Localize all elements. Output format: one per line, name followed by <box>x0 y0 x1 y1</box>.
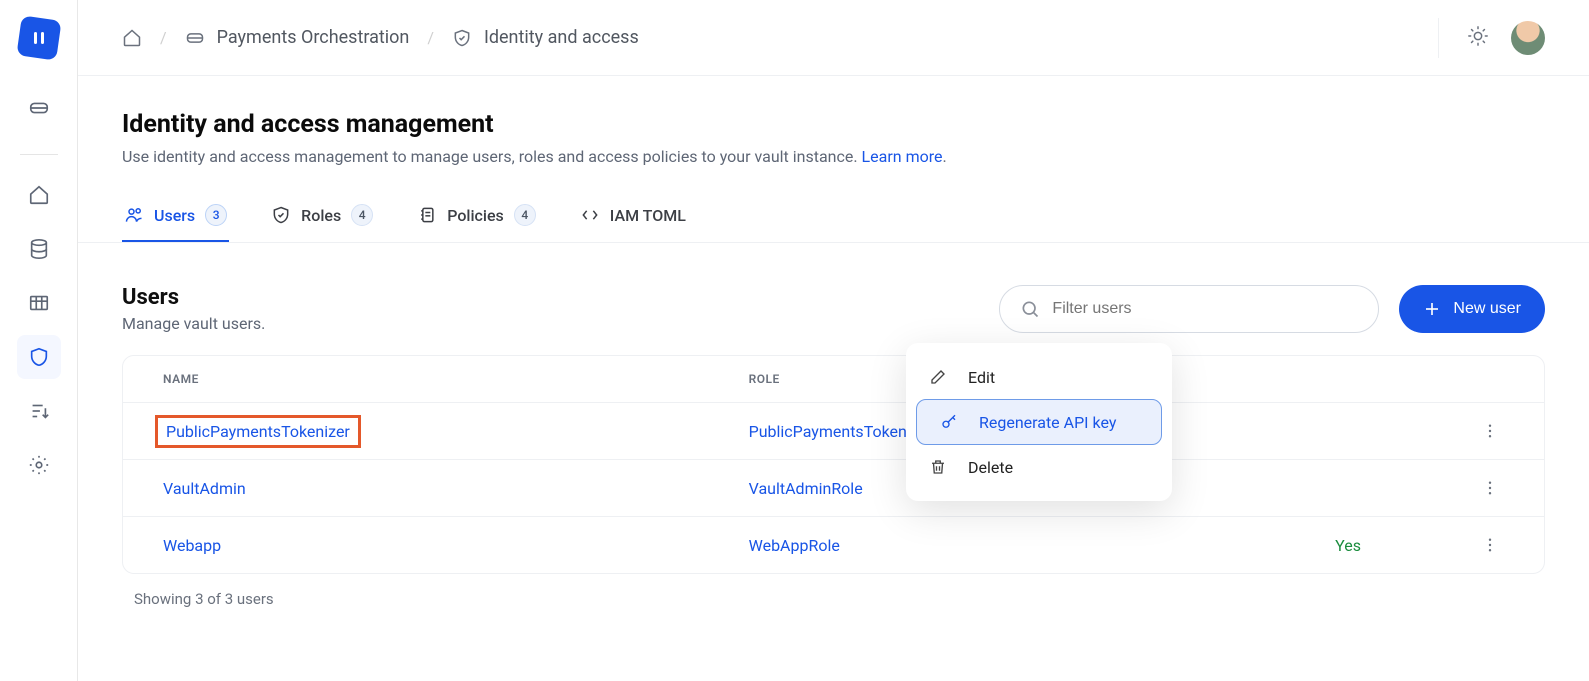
button-label: New user <box>1453 300 1521 318</box>
user-name-link[interactable]: VaultAdmin <box>163 479 246 498</box>
tab-count-badge: 4 <box>351 204 373 226</box>
context-menu: Edit Regenerate API key Delete <box>906 343 1172 501</box>
sidebar-table-icon[interactable] <box>17 281 61 325</box>
breadcrumb-home[interactable] <box>122 28 142 48</box>
role-link[interactable]: VaultAdminRole <box>749 479 863 498</box>
context-item-label: Edit <box>968 368 995 387</box>
tab-users[interactable]: Users 3 <box>122 194 229 242</box>
sidebar-storage-icon[interactable] <box>17 86 61 130</box>
sidebar-shield-icon[interactable] <box>17 335 61 379</box>
filter-users-input[interactable] <box>999 285 1379 333</box>
breadcrumb-separator: / <box>427 28 434 47</box>
tab-policies[interactable]: Policies 4 <box>415 194 538 242</box>
page-description: Use identity and access management to ma… <box>122 147 1545 166</box>
pencil-icon <box>928 367 948 387</box>
search-icon <box>1020 299 1040 319</box>
trash-icon <box>928 457 948 477</box>
sidebar-home-icon[interactable] <box>17 173 61 217</box>
highlighted-user-name: PublicPaymentsTokenizer <box>155 415 361 448</box>
app-logo[interactable] <box>16 15 61 60</box>
tab-roles[interactable]: Roles 4 <box>269 194 375 242</box>
table-row: VaultAdmin VaultAdminRole <box>123 460 1544 517</box>
column-header-name: NAME <box>123 356 709 403</box>
learn-more-link[interactable]: Learn more <box>862 147 943 166</box>
context-item-label: Regenerate API key <box>979 413 1116 432</box>
avatar[interactable] <box>1511 21 1545 55</box>
tab-count-badge: 4 <box>514 204 536 226</box>
user-name-link[interactable]: PublicPaymentsTokenizer <box>166 422 350 441</box>
breadcrumb-separator: / <box>160 28 167 47</box>
breadcrumb-orchestration[interactable]: Payments Orchestration <box>185 27 410 48</box>
breadcrumb: / Payments Orchestration / Identity and … <box>122 27 1438 48</box>
role-link[interactable]: WebAppRole <box>749 536 840 555</box>
context-menu-delete[interactable]: Delete <box>906 445 1172 489</box>
row-menu-button[interactable] <box>1476 417 1504 445</box>
sidebar-database-icon[interactable] <box>17 227 61 271</box>
row-menu-button[interactable] <box>1476 474 1504 502</box>
plus-icon <box>1423 300 1441 318</box>
page-title: Identity and access management <box>122 110 1545 139</box>
context-menu-regenerate-key[interactable]: Regenerate API key <box>916 399 1162 445</box>
more-vertical-icon <box>1481 422 1499 440</box>
tab-label: Policies <box>447 206 504 225</box>
breadcrumb-label: Payments Orchestration <box>217 27 410 48</box>
key-icon <box>939 412 959 432</box>
section-title: Users <box>122 285 265 310</box>
table-footer-text: Showing 3 of 3 users <box>122 590 1545 608</box>
table-row: Webapp WebAppRole Yes <box>123 517 1544 574</box>
tab-label: Roles <box>301 206 341 225</box>
status-indicator: Yes <box>1335 536 1361 555</box>
section-subtitle: Manage vault users. <box>122 314 265 333</box>
table-row: PublicPaymentsTokenizer PublicPaymentsTo… <box>123 403 1544 460</box>
more-vertical-icon <box>1481 536 1499 554</box>
breadcrumb-identity[interactable]: Identity and access <box>452 27 639 48</box>
new-user-button[interactable]: New user <box>1399 285 1545 333</box>
tab-label: IAM TOML <box>610 206 686 225</box>
tab-iam-toml[interactable]: IAM TOML <box>578 194 688 242</box>
more-vertical-icon <box>1481 479 1499 497</box>
tab-label: Users <box>154 206 195 225</box>
context-menu-edit[interactable]: Edit <box>906 355 1172 399</box>
sidebar-sort-icon[interactable] <box>17 389 61 433</box>
tab-count-badge: 3 <box>205 204 227 226</box>
row-menu-button[interactable] <box>1476 531 1504 559</box>
sidebar-settings-icon[interactable] <box>17 443 61 487</box>
filter-input-field[interactable] <box>1052 300 1358 318</box>
theme-toggle-icon[interactable] <box>1467 25 1489 51</box>
breadcrumb-label: Identity and access <box>484 27 639 48</box>
user-name-link[interactable]: Webapp <box>163 536 221 555</box>
context-item-label: Delete <box>968 458 1013 477</box>
